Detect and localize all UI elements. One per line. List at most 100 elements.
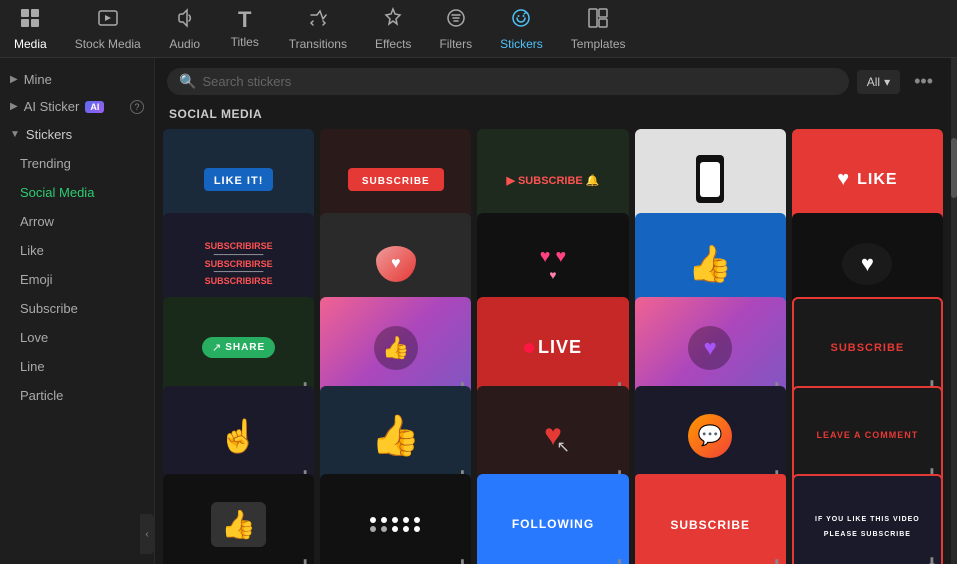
- sticker-cell-23[interactable]: FOLLOWING ⬇: [477, 474, 628, 564]
- stock-media-icon: [97, 7, 119, 33]
- nav-filters-label: Filters: [439, 37, 472, 51]
- nav-templates-label: Templates: [571, 37, 626, 51]
- dot-6: [370, 526, 376, 532]
- sidebar-item-like[interactable]: Like: [0, 236, 154, 265]
- filter-label: All: [867, 75, 880, 89]
- sticker-label-13: LIVE: [538, 338, 582, 358]
- sticker-cell-16[interactable]: ☝ ⬇: [163, 386, 314, 487]
- sticker-label-20: LEAVE A COMMENT: [813, 427, 923, 445]
- sticker-label-6c: SUBSCRIBIRSE: [205, 259, 273, 269]
- ai-sticker-arrow-icon: ▶: [10, 101, 18, 112]
- media-icon: [19, 7, 41, 33]
- sticker-label-11: SHARE: [225, 342, 265, 353]
- titles-icon: T: [238, 9, 251, 31]
- sticker-cell-14[interactable]: ♥ ⬇: [635, 297, 786, 398]
- download-icon-24[interactable]: ⬇: [772, 557, 782, 564]
- nav-titles-label: Titles: [231, 35, 259, 49]
- sidebar-item-subscribe[interactable]: Subscribe: [0, 294, 154, 323]
- search-input[interactable]: [202, 74, 836, 89]
- search-input-wrap[interactable]: 🔍: [167, 68, 849, 95]
- sticker-grid: LIKE IT! ⬇ SUBSCRIBE ⬇ ▶ SUBSCRIBE 🔔 ⬇: [155, 129, 951, 564]
- sticker-label-6a: SUBSCRIBIRSE: [205, 241, 273, 251]
- download-icon-25[interactable]: ⬇: [927, 555, 937, 564]
- sidebar-section-ai-sticker[interactable]: ▶ AI Sticker AI ?: [0, 93, 154, 120]
- nav-stickers-label: Stickers: [500, 37, 543, 51]
- subscribe-label: Subscribe: [20, 301, 78, 316]
- dot-4: [403, 517, 409, 523]
- filters-icon: [445, 7, 467, 33]
- sticker-cell-22[interactable]: ⬇: [320, 474, 471, 564]
- line-label: Line: [20, 359, 45, 374]
- sidebar-item-emoji[interactable]: Emoji: [0, 265, 154, 294]
- stickers-collapse-icon: ▼: [10, 129, 20, 140]
- download-icon-21[interactable]: ⬇: [300, 557, 310, 564]
- stickers-icon: [510, 7, 532, 33]
- transitions-icon: [307, 7, 329, 33]
- scrollbar-thumb[interactable]: [951, 138, 957, 198]
- sticker-cell-11[interactable]: ↗ SHARE ⬇: [163, 297, 314, 398]
- heart-icon-5: ♥: [837, 168, 849, 191]
- dot-2: [381, 517, 387, 523]
- nav-transitions-label: Transitions: [289, 37, 347, 51]
- share-arrow-icon: ↗: [212, 341, 221, 354]
- sticker-cell-24[interactable]: SUBSCRIBE ⬇: [635, 474, 786, 564]
- content-area: 🔍 All ▾ ••• SOCIAL MEDIA LIKE IT! ⬇: [155, 58, 951, 564]
- dot-9: [403, 526, 409, 532]
- nav-effects[interactable]: Effects: [361, 0, 425, 57]
- sticker-cell-15[interactable]: SUBSCRIBE ⬇: [792, 297, 943, 398]
- heart-3d-icon: ♥: [391, 255, 401, 273]
- sticker-label-6b: ──────────: [205, 252, 273, 259]
- sidebar-item-arrow[interactable]: Arrow: [0, 207, 154, 236]
- sticker-cell-25[interactable]: IF YOU LIKE THIS VIDEOPLEASE SUBSCRIBE ⬇: [792, 474, 943, 564]
- sidebar-item-trending[interactable]: Trending: [0, 149, 154, 178]
- arrow-label: Arrow: [20, 214, 54, 229]
- ai-sticker-label: AI Sticker: [24, 99, 80, 114]
- sidebar-section-stickers[interactable]: ▼ Stickers: [0, 120, 154, 149]
- download-icon-23[interactable]: ⬇: [615, 557, 625, 564]
- more-options-button[interactable]: •••: [908, 69, 939, 94]
- sidebar-item-particle[interactable]: Particle: [0, 381, 154, 410]
- help-icon[interactable]: ?: [130, 100, 144, 114]
- nav-media[interactable]: Media: [0, 0, 61, 57]
- thumbs-icon-17: 👍: [371, 412, 421, 459]
- nav-audio[interactable]: Audio: [155, 0, 215, 57]
- search-icon: 🔍: [179, 73, 196, 90]
- sticker-cell-20[interactable]: LEAVE A COMMENT ⬇: [792, 386, 943, 487]
- stickers-group-label: Stickers: [26, 127, 72, 142]
- like-label: Like: [20, 243, 44, 258]
- nav-filters[interactable]: Filters: [425, 0, 486, 57]
- filter-button[interactable]: All ▾: [857, 70, 900, 94]
- nav-stock-media[interactable]: Stock Media: [61, 0, 155, 57]
- top-navigation: Media Stock Media Audio T Titles: [0, 0, 957, 58]
- sticker-label-15: SUBSCRIBE: [830, 342, 904, 354]
- nav-titles[interactable]: T Titles: [215, 0, 275, 57]
- sticker-cell-17[interactable]: 👍 ⬇: [320, 386, 471, 487]
- nav-templates[interactable]: Templates: [557, 0, 640, 57]
- sticker-label-25: IF YOU LIKE THIS VIDEOPLEASE SUBSCRIBE: [815, 516, 920, 538]
- section-title: SOCIAL MEDIA: [155, 101, 951, 129]
- sidebar-item-love[interactable]: Love: [0, 323, 154, 352]
- live-dot-icon: [524, 343, 534, 353]
- trending-label: Trending: [20, 156, 71, 171]
- sidebar-item-social-media[interactable]: Social Media: [0, 178, 154, 207]
- particle-label: Particle: [20, 388, 63, 403]
- sticker-label-3: ▶ SUBSCRIBE 🔔: [506, 175, 599, 187]
- nav-media-label: Media: [14, 37, 47, 51]
- sticker-cell-12[interactable]: 👍 ⬇: [320, 297, 471, 398]
- sticker-cell-19[interactable]: 💬 ⬇: [635, 386, 786, 487]
- scrollbar-track[interactable]: [951, 58, 957, 564]
- sidebar-section-mine[interactable]: ▶ Mine: [0, 66, 154, 93]
- audio-icon: [174, 7, 196, 33]
- nav-stickers[interactable]: Stickers: [486, 0, 557, 57]
- sticker-label-24: SUBSCRIBE: [670, 518, 750, 532]
- sticker-cell-13[interactable]: LIVE ⬇: [477, 297, 628, 398]
- download-icon-22[interactable]: ⬇: [457, 557, 467, 564]
- nav-transitions[interactable]: Transitions: [275, 0, 361, 57]
- heart-icon-14: ♥: [704, 335, 717, 361]
- insta-like-icon-12: 👍: [382, 335, 409, 361]
- sticker-cell-21[interactable]: 👍 ⬇: [163, 474, 314, 564]
- sidebar-item-line[interactable]: Line: [0, 352, 154, 381]
- emoji-label: Emoji: [20, 272, 53, 287]
- sidebar-collapse-button[interactable]: ‹: [140, 514, 154, 554]
- sticker-cell-18[interactable]: ♥ ↖ ⬇: [477, 386, 628, 487]
